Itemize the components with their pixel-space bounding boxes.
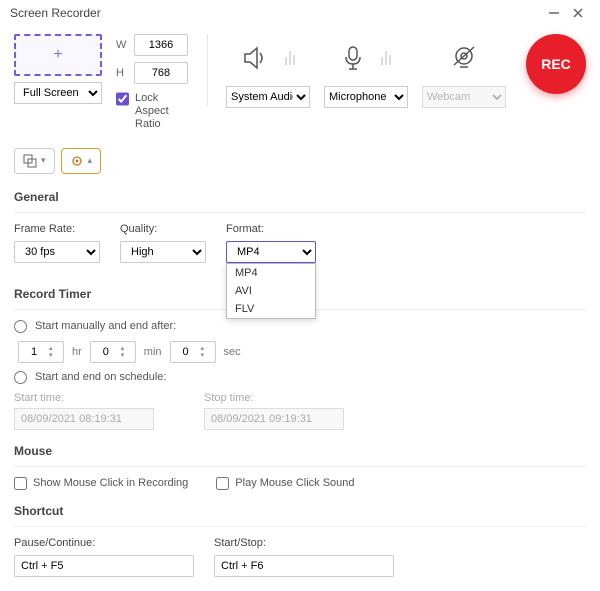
height-label: H <box>116 67 128 79</box>
quality-select[interactable]: High <box>120 241 206 263</box>
lock-aspect-checkbox[interactable] <box>116 92 129 106</box>
webcam-select[interactable]: Webcam <box>422 86 506 108</box>
width-label: W <box>116 39 128 51</box>
system-audio-select[interactable]: System Audio <box>226 86 310 108</box>
separator <box>207 34 208 106</box>
schedule-timer-radio[interactable] <box>14 371 27 384</box>
shortcut-heading: Shortcut <box>14 504 586 527</box>
pause-shortcut-label: Pause/Continue: <box>14 537 194 549</box>
play-sound-checkbox[interactable] <box>216 477 229 490</box>
close-button[interactable] <box>566 4 590 22</box>
format-option-mp4[interactable]: MP4 <box>227 264 315 282</box>
stop-time-input[interactable] <box>204 408 344 430</box>
start-time-label: Start time: <box>14 392 154 404</box>
microphone-icon <box>341 45 365 71</box>
format-dropdown: MP4 AVI FLV <box>226 263 316 319</box>
startstop-shortcut-input[interactable] <box>214 555 394 577</box>
mic-level-icon <box>381 51 391 65</box>
height-input[interactable] <box>134 62 188 84</box>
webcam-disabled-icon <box>450 45 478 71</box>
format-select[interactable]: MP4 <box>226 241 316 263</box>
hr-unit: hr <box>72 346 82 358</box>
schedule-timer-label: Start and end on schedule: <box>35 371 166 383</box>
play-sound-label: Play Mouse Click Sound <box>235 477 354 489</box>
minutes-stepper[interactable]: ▴▾ <box>90 341 136 363</box>
frame-rate-select[interactable]: 30 fps <box>14 241 100 263</box>
seconds-stepper[interactable]: ▴▾ <box>170 341 216 363</box>
chevron-down-icon: ▾ <box>41 155 46 166</box>
layout-icon <box>23 154 37 168</box>
sec-unit: sec <box>224 346 241 358</box>
show-click-checkbox[interactable] <box>14 477 27 490</box>
plus-icon: + <box>53 46 62 64</box>
close-icon <box>572 7 584 19</box>
window-title: Screen Recorder <box>10 6 101 20</box>
settings-tool-button[interactable]: ▴ <box>61 148 102 174</box>
min-unit: min <box>144 346 162 358</box>
pause-shortcut-input[interactable] <box>14 555 194 577</box>
chevron-up-icon: ▴ <box>88 155 93 166</box>
stop-time-label: Stop time: <box>204 392 344 404</box>
region-select[interactable]: Full Screen <box>14 82 102 104</box>
quality-label: Quality: <box>120 223 206 235</box>
lock-aspect-label: Lock Aspect Ratio <box>135 92 189 132</box>
startstop-shortcut-label: Start/Stop: <box>214 537 394 549</box>
mouse-heading: Mouse <box>14 444 586 467</box>
width-input[interactable] <box>134 34 188 56</box>
manual-timer-radio[interactable] <box>14 320 27 333</box>
capture-region-box[interactable]: + <box>14 34 102 76</box>
format-option-avi[interactable]: AVI <box>227 282 315 300</box>
start-time-input[interactable] <box>14 408 154 430</box>
format-option-flv[interactable]: FLV <box>227 300 315 318</box>
format-label: Format: <box>226 223 316 235</box>
general-heading: General <box>14 190 586 213</box>
minimize-icon <box>548 7 560 19</box>
microphone-select[interactable]: Microphone <box>324 86 408 108</box>
record-button[interactable]: REC <box>526 34 586 94</box>
layout-tool-button[interactable]: ▾ <box>14 148 55 174</box>
frame-rate-label: Frame Rate: <box>14 223 100 235</box>
show-click-label: Show Mouse Click in Recording <box>33 477 188 489</box>
audio-level-icon <box>285 51 295 65</box>
speaker-icon <box>241 45 269 71</box>
minimize-button[interactable] <box>542 4 566 22</box>
hours-stepper[interactable]: ▴▾ <box>18 341 64 363</box>
manual-timer-label: Start manually and end after: <box>35 320 176 332</box>
gear-icon <box>70 154 84 168</box>
